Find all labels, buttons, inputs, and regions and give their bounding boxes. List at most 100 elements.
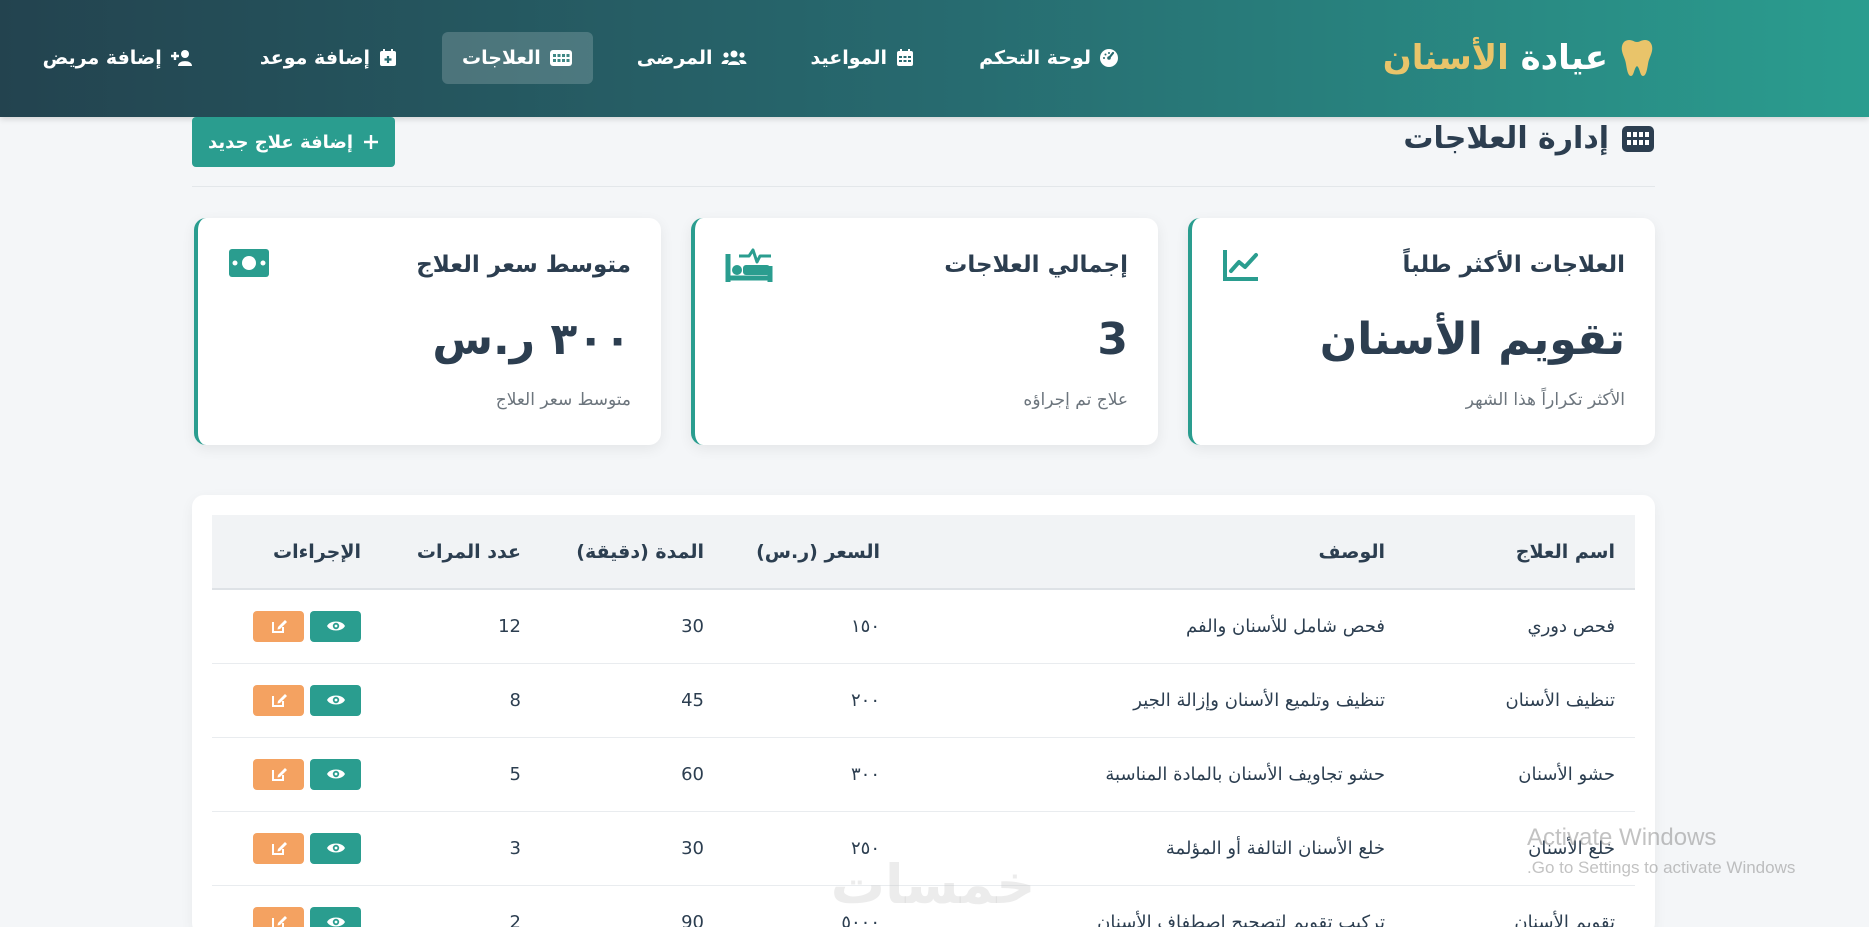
money-bill-icon [229, 249, 269, 277]
column-header-name[interactable]: اسم العلاج [1405, 515, 1635, 589]
stat-card-value: 3 [1097, 314, 1128, 365]
column-header-actions: الإجراءات [272, 540, 361, 563]
nav-item-label: إضافة موعد [259, 47, 371, 69]
cell-price: ١٥٠ [850, 615, 880, 637]
edit-button[interactable] [253, 906, 304, 927]
table-header-row: اسم العلاج الوصف السعر (ر.س) المدة (دقيق… [212, 515, 1635, 589]
chart-line-icon [1223, 250, 1258, 281]
khamsat-watermark-logo: خمسات [831, 855, 1036, 915]
activate-windows-title: Activate Windows [1527, 824, 1717, 851]
cell-count: 2 [509, 911, 521, 927]
table-row: فحص دوري فحص شامل للأسنان والفم ١٥٠ 30 12 [212, 589, 1635, 663]
calendar-plus-icon [380, 49, 397, 66]
cell-description: حشو تجاويف الأسنان بالمادة المناسبة [1105, 763, 1385, 785]
edit-icon [271, 620, 287, 634]
page-title: إدارة العلاجات [1403, 121, 1655, 156]
cell-treatment-name: حشو الأسنان [1518, 763, 1615, 785]
row-actions [232, 610, 361, 642]
brand-name-part1: عيادة [1520, 38, 1608, 78]
table-icon [549, 50, 572, 66]
edit-icon [271, 842, 287, 855]
stat-card-title: إجمالي العلاجات [944, 252, 1128, 278]
add-treatment-button-label: إضافة علاج جديد [207, 131, 354, 153]
eye-icon [326, 695, 345, 705]
edit-button[interactable] [253, 610, 304, 642]
calendar-icon [897, 49, 914, 66]
watermark-logo-text: خمسات [831, 855, 1036, 915]
cell-count: 5 [509, 763, 521, 785]
cell-actions [212, 589, 381, 663]
top-navbar: عيادة الأسنان لوحة التحكم المواعيد المرض… [0, 0, 1869, 117]
column-header-count[interactable]: عدد المرات [381, 515, 541, 589]
stat-card-value: تقويم الأسنان [1319, 314, 1625, 365]
edit-button[interactable] [253, 758, 304, 790]
cell-duration: 45 [681, 689, 704, 711]
edit-button[interactable] [253, 832, 304, 864]
nav-item-treatments[interactable]: العلاجات [442, 32, 593, 84]
stat-card-subtitle: علاج تم إجراؤه [1023, 390, 1128, 410]
nav-item-dashboard[interactable]: لوحة التحكم [959, 32, 1139, 84]
column-header-description[interactable]: الوصف [900, 515, 1405, 589]
add-treatment-button[interactable]: إضافة علاج جديد [192, 117, 395, 167]
cell-price: ٣٠٠ [850, 763, 880, 785]
stat-card-title: متوسط سعر العلاج [416, 252, 631, 278]
cell-duration: 30 [681, 837, 704, 859]
dashboard-icon [1100, 49, 1118, 67]
edit-icon [271, 694, 287, 707]
column-header-duration[interactable]: المدة (دقيقة) [541, 515, 724, 589]
stat-card-total-treatments: إجمالي العلاجات 3 علاج تم إجراؤه [691, 218, 1158, 445]
cell-actions [212, 737, 381, 811]
cell-actions [212, 663, 381, 737]
view-button[interactable] [310, 758, 361, 790]
edit-icon [271, 768, 287, 781]
edit-button[interactable] [253, 684, 304, 716]
cell-actions [212, 811, 381, 885]
view-button[interactable] [310, 906, 361, 927]
stat-card-most-requested: العلاجات الأكثر طلباً تقويم الأسنان الأك… [1188, 218, 1655, 445]
users-icon [721, 50, 747, 65]
brand-name: عيادة الأسنان [1383, 38, 1608, 78]
cell-description: تنظيف وتلميع الأسنان وإزالة الجير [1133, 689, 1385, 711]
eye-icon [326, 917, 345, 927]
nav-item-label: لوحة التحكم [979, 47, 1091, 69]
eye-icon [326, 769, 345, 779]
cell-actions [212, 885, 381, 927]
nav-item-label: العلاجات [462, 47, 541, 69]
table-icon [1622, 125, 1654, 152]
stat-card-subtitle: الأكثر تكراراً هذا الشهر [1465, 390, 1625, 410]
stat-card-average-price: متوسط سعر العلاج ٣٠٠ ر.س متوسط سعر العلا… [194, 218, 661, 445]
view-button[interactable] [310, 684, 361, 716]
nav-item-patients[interactable]: المرضى [617, 32, 767, 84]
activate-windows-subtitle: Go to Settings to activate Windows. [1527, 858, 1796, 877]
stat-card-title: العلاجات الأكثر طلباً [1402, 252, 1625, 278]
view-button[interactable] [310, 610, 361, 642]
table-row: تنظيف الأسنان تنظيف وتلميع الأسنان وإزالة… [212, 663, 1635, 737]
table-row: حشو الأسنان حشو تجاويف الأسنان بالمادة ال… [212, 737, 1635, 811]
nav-item-add-appointment[interactable]: إضافة موعد [240, 32, 418, 84]
cell-count: 8 [509, 689, 521, 711]
tooth-icon [1621, 40, 1653, 76]
procedures-icon [725, 248, 773, 282]
brand[interactable]: عيادة الأسنان [1383, 30, 1654, 86]
row-actions [232, 684, 361, 716]
nav-item-appointments[interactable]: المواعيد [791, 32, 936, 84]
cell-duration: 90 [681, 911, 704, 927]
row-actions [232, 758, 361, 790]
plus-icon [364, 135, 379, 149]
column-header-price[interactable]: السعر (ر.س) [724, 515, 900, 589]
row-actions [232, 832, 361, 864]
brand-name-part2: الأسنان [1382, 38, 1509, 78]
nav-item-add-patient[interactable]: إضافة مريض [23, 32, 216, 84]
main-nav: لوحة التحكم المواعيد المرضى العلاجات إضا… [23, 32, 1139, 84]
cell-duration: 30 [681, 615, 704, 637]
cell-description: فحص شامل للأسنان والفم [1186, 615, 1385, 637]
cell-count: 12 [498, 615, 521, 637]
page-title-text: إدارة العلاجات [1403, 121, 1609, 156]
eye-icon [326, 843, 345, 853]
row-actions [232, 906, 361, 927]
cell-treatment-name: تنظيف الأسنان [1505, 689, 1615, 711]
cell-price: ٢٠٠ [850, 689, 880, 711]
cell-count: 3 [509, 837, 521, 859]
user-plus-icon [170, 50, 192, 66]
view-button[interactable] [310, 832, 361, 864]
